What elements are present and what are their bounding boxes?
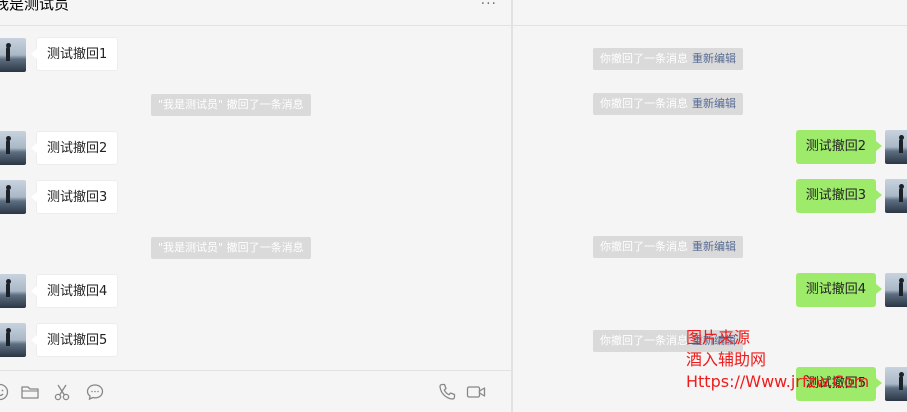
avatar[interactable]: [0, 323, 26, 357]
message-bubble[interactable]: 测试撤回4: [795, 273, 883, 307]
watermark-line: 酒入辅助网: [686, 350, 767, 369]
chat-pane-left: 我是测试员 ··· 测试撤回1 "我是测试员" 撤回了一条消息 测试撤回2 测试…: [0, 0, 511, 412]
avatar[interactable]: [0, 180, 26, 214]
phone-icon[interactable]: [436, 381, 458, 403]
message-bubble[interactable]: 测试撤回3: [30, 180, 119, 214]
message-bubble[interactable]: 测试撤回2: [795, 130, 883, 164]
recall-notice: "我是测试员" 撤回了一条消息: [151, 94, 311, 116]
re-edit-link[interactable]: 重新编辑: [692, 240, 736, 253]
watermark: 图片来源 酒入辅助网 Https://Www.jrfzw.Com: [686, 327, 869, 393]
message-bubble[interactable]: 测试撤回4: [30, 274, 119, 308]
recall-notice-text: 你撤回了一条消息: [600, 97, 688, 110]
message-bubble[interactable]: 测试撤回1: [30, 37, 119, 71]
recall-notice: 你撤回了一条消息 重新编辑: [593, 48, 743, 70]
emoji-icon[interactable]: [0, 381, 11, 403]
folder-icon[interactable]: [19, 381, 41, 403]
more-options-icon[interactable]: ···: [481, 0, 497, 12]
re-edit-link[interactable]: 重新编辑: [692, 97, 736, 110]
avatar[interactable]: [0, 38, 26, 72]
chat-header: [513, 0, 907, 26]
recall-notice: "我是测试员" 撤回了一条消息: [151, 237, 311, 259]
avatar[interactable]: [885, 367, 907, 401]
avatar[interactable]: [885, 273, 907, 307]
recall-notice: 你撤回了一条消息 重新编辑: [593, 236, 743, 258]
input-toolbar: [0, 370, 511, 412]
message-bubble[interactable]: 测试撤回5: [30, 323, 119, 357]
watermark-line: 图片来源: [686, 328, 751, 347]
avatar[interactable]: [0, 131, 26, 165]
recall-notice: 你撤回了一条消息 重新编辑: [593, 93, 743, 115]
avatar[interactable]: [885, 130, 907, 164]
message-bubble[interactable]: 测试撤回3: [795, 179, 883, 213]
scissors-icon[interactable]: [51, 381, 73, 403]
recall-notice-text: 你撤回了一条消息: [600, 240, 688, 253]
re-edit-link[interactable]: 重新编辑: [692, 52, 736, 65]
message-bubble[interactable]: 测试撤回2: [30, 131, 119, 165]
video-icon[interactable]: [465, 381, 487, 403]
avatar[interactable]: [885, 179, 907, 213]
chat-title: 我是测试员: [0, 0, 70, 13]
watermark-line: Https://Www.jrfzw.Com: [686, 372, 870, 391]
chat-icon[interactable]: [84, 381, 106, 403]
chat-header: 我是测试员 ···: [0, 0, 511, 26]
recall-notice-text: 你撤回了一条消息: [600, 52, 688, 65]
recall-notice-text: 你撤回了一条消息: [600, 334, 688, 347]
avatar[interactable]: [0, 274, 26, 308]
